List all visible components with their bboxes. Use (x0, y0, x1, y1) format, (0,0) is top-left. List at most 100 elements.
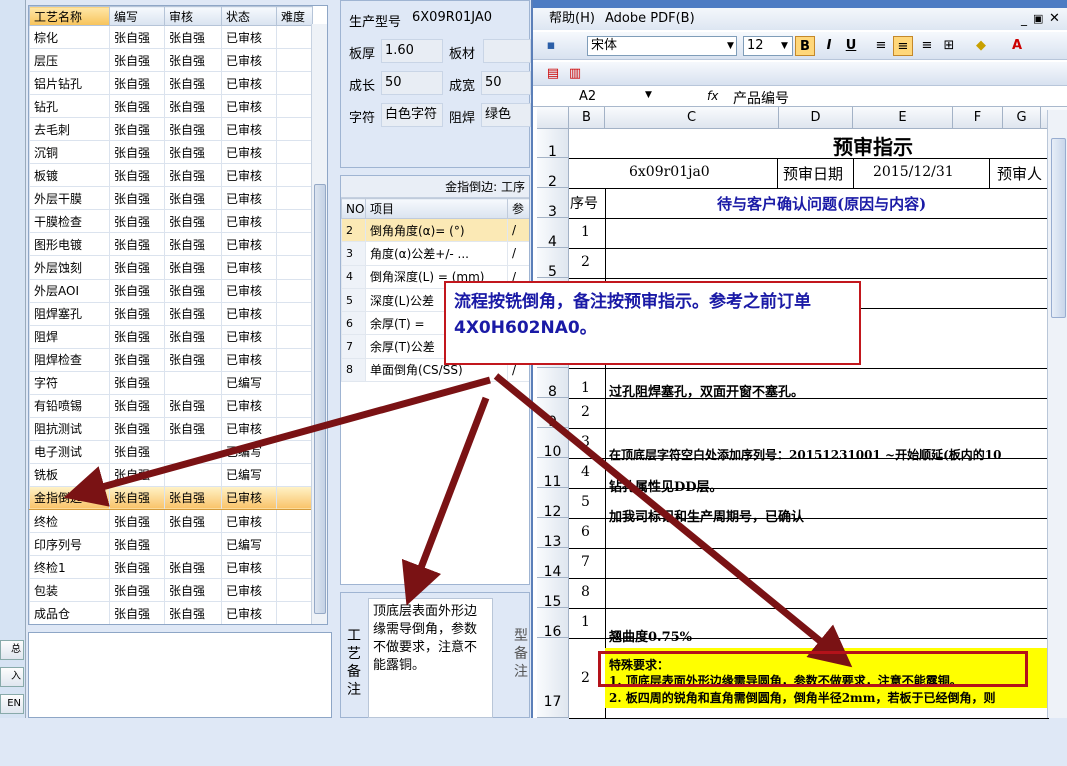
seq-cell[interactable]: 1 (581, 614, 590, 630)
chamfer-cell[interactable]: 2 (341, 217, 366, 243)
restore-icon[interactable]: ▣ (1033, 8, 1043, 30)
row17-item2-cell[interactable]: 2. 板四周的锐角和直角需倒圆角，倒角半径2mm，若板于已经倒角，则 (609, 689, 1067, 706)
column-header[interactable]: B (569, 107, 605, 129)
process-cell[interactable]: 张自强 (109, 439, 165, 464)
excel-vertical-scrollbar[interactable] (1047, 110, 1067, 718)
process-cell[interactable] (276, 601, 313, 624)
process-cell[interactable]: 张自强 (164, 578, 222, 603)
process-cell[interactable]: 终检 (29, 508, 110, 534)
fx-icon[interactable]: fx (707, 89, 718, 103)
model-field[interactable]: 6X09R01JA0 (409, 7, 529, 31)
strip-button-3[interactable]: EN (0, 694, 24, 714)
process-row[interactable]: 图形电镀 张自强 张自强 已审核 (29, 232, 313, 257)
row-header[interactable]: 13 (537, 518, 569, 550)
process-cell[interactable] (276, 462, 313, 487)
chamfer-cell[interactable]: / (507, 217, 529, 243)
seq-cell[interactable]: 2 (581, 404, 590, 420)
process-row[interactable]: 板镀 张自强 张自强 已审核 (29, 163, 313, 188)
process-cell[interactable]: 印序列号 (29, 532, 110, 557)
seq-cell[interactable]: 7 (581, 554, 590, 570)
process-cell[interactable]: 张自强 (109, 555, 165, 580)
chamfer-cell[interactable]: 6 (341, 311, 366, 336)
chamfer-cell[interactable]: 5 (341, 287, 366, 313)
seq-cell[interactable]: 8 (581, 584, 590, 600)
process-cell[interactable]: 张自强 (109, 485, 165, 510)
process-cell[interactable]: 张自强 (164, 71, 222, 96)
process-cell[interactable]: 张自强 (109, 347, 165, 372)
process-cell[interactable]: 干膜检查 (29, 209, 110, 234)
process-col-header[interactable]: 工艺名称 (29, 6, 110, 26)
process-cell[interactable]: 张自强 (109, 578, 165, 603)
material-field[interactable] (483, 39, 531, 63)
process-cell[interactable]: 包装 (29, 578, 110, 603)
process-cell[interactable]: 铣板 (29, 462, 110, 487)
process-cell[interactable] (276, 416, 313, 441)
save-icon[interactable]: ▪ (541, 36, 561, 56)
process-cell[interactable]: 已审核 (221, 186, 277, 211)
process-row[interactable]: 棕化 张自强 张自强 已审核 (29, 24, 313, 50)
process-cell[interactable]: 张自强 (164, 255, 222, 280)
mask-field[interactable]: 绿色 (481, 103, 531, 127)
process-cell[interactable]: 外层干膜 (29, 186, 110, 211)
process-cell[interactable]: 张自强 (109, 186, 165, 211)
select-all-corner[interactable] (537, 107, 569, 129)
chamfer-cell[interactable]: 3 (341, 241, 366, 266)
process-cell[interactable]: 外层蚀刻 (29, 255, 110, 280)
process-cell[interactable]: 已编写 (221, 370, 277, 395)
process-cell[interactable]: 已审核 (221, 578, 277, 603)
process-cell[interactable]: 张自强 (109, 508, 165, 534)
scrollbar-thumb[interactable] (314, 184, 326, 614)
process-cell[interactable] (276, 347, 313, 372)
width-field[interactable]: 50 (481, 71, 531, 95)
process-cell[interactable]: 已审核 (221, 163, 277, 188)
process-cell[interactable]: 张自强 (164, 324, 222, 349)
strip-button-2[interactable]: 入 (0, 667, 24, 687)
process-cell[interactable]: 图形电镀 (29, 232, 110, 257)
chamfer-cell[interactable]: 8 (341, 357, 366, 383)
process-cell[interactable] (276, 94, 313, 119)
seq-cell[interactable]: 3 (581, 434, 590, 450)
process-cell[interactable]: 已审核 (221, 393, 277, 418)
font-name-select[interactable]: 宋体 (587, 36, 737, 56)
process-row[interactable]: 去毛刺 张自强 张自强 已审核 (29, 117, 313, 142)
process-cell[interactable]: 张自强 (109, 140, 165, 165)
row10-cell[interactable]: 在顶底层字符空白处添加序列号：20151231001 ~开始顺延(板内的10 (609, 446, 1067, 463)
process-cell[interactable]: 张自强 (164, 140, 222, 165)
process-cell[interactable] (276, 71, 313, 96)
process-cell[interactable]: 已审核 (221, 71, 277, 96)
process-cell[interactable] (276, 439, 313, 464)
process-cell[interactable]: 张自强 (109, 393, 165, 418)
seq-cell[interactable]: 1 (581, 224, 590, 240)
row-header[interactable]: 11 (537, 458, 569, 490)
process-cell[interactable]: 钻孔 (29, 94, 110, 119)
process-row[interactable]: 包装 张自强 张自强 已审核 (29, 578, 313, 603)
sheet-title[interactable]: 预审指示 (833, 131, 913, 160)
process-cell[interactable]: 张自强 (164, 24, 222, 50)
process-cell[interactable]: 张自强 (164, 94, 222, 119)
row-header[interactable]: 16 (537, 608, 569, 640)
process-cell[interactable] (276, 301, 313, 326)
process-row[interactable]: 干膜检查 张自强 张自强 已审核 (29, 209, 313, 234)
process-row[interactable]: 阻抗测试 张自强 张自强 已审核 (29, 416, 313, 441)
process-cell[interactable]: 外层AOI (29, 278, 110, 303)
column-header[interactable]: G (1003, 107, 1041, 129)
row11-cell[interactable]: 钻孔属性见DD层。 (609, 476, 723, 495)
process-cell[interactable]: 张自强 (109, 209, 165, 234)
align-left-icon[interactable]: ≡ (871, 36, 891, 56)
process-cell[interactable]: 已审核 (221, 255, 277, 280)
process-cell[interactable]: 已审核 (221, 278, 277, 303)
font-size-dropdown-icon[interactable]: ▼ (781, 36, 788, 56)
process-cell[interactable] (276, 163, 313, 188)
process-cell[interactable]: 已审核 (221, 24, 277, 50)
seq-cell[interactable]: 2 (581, 670, 590, 686)
process-cell[interactable] (164, 532, 222, 557)
row-header[interactable]: 15 (537, 578, 569, 610)
row-header[interactable]: 1 (537, 129, 569, 160)
date-cell[interactable]: 2015/12/31 (873, 164, 954, 180)
row-header[interactable]: 3 (537, 188, 569, 220)
process-row[interactable]: 终检1 张自强 张自强 已审核 (29, 555, 313, 580)
process-cell[interactable]: 张自强 (164, 209, 222, 234)
process-cell[interactable]: 阻焊检查 (29, 347, 110, 372)
chamfer-row[interactable]: 3 角度(α)公差+/- ... / (341, 241, 529, 266)
process-cell[interactable]: 字符 (29, 370, 110, 395)
